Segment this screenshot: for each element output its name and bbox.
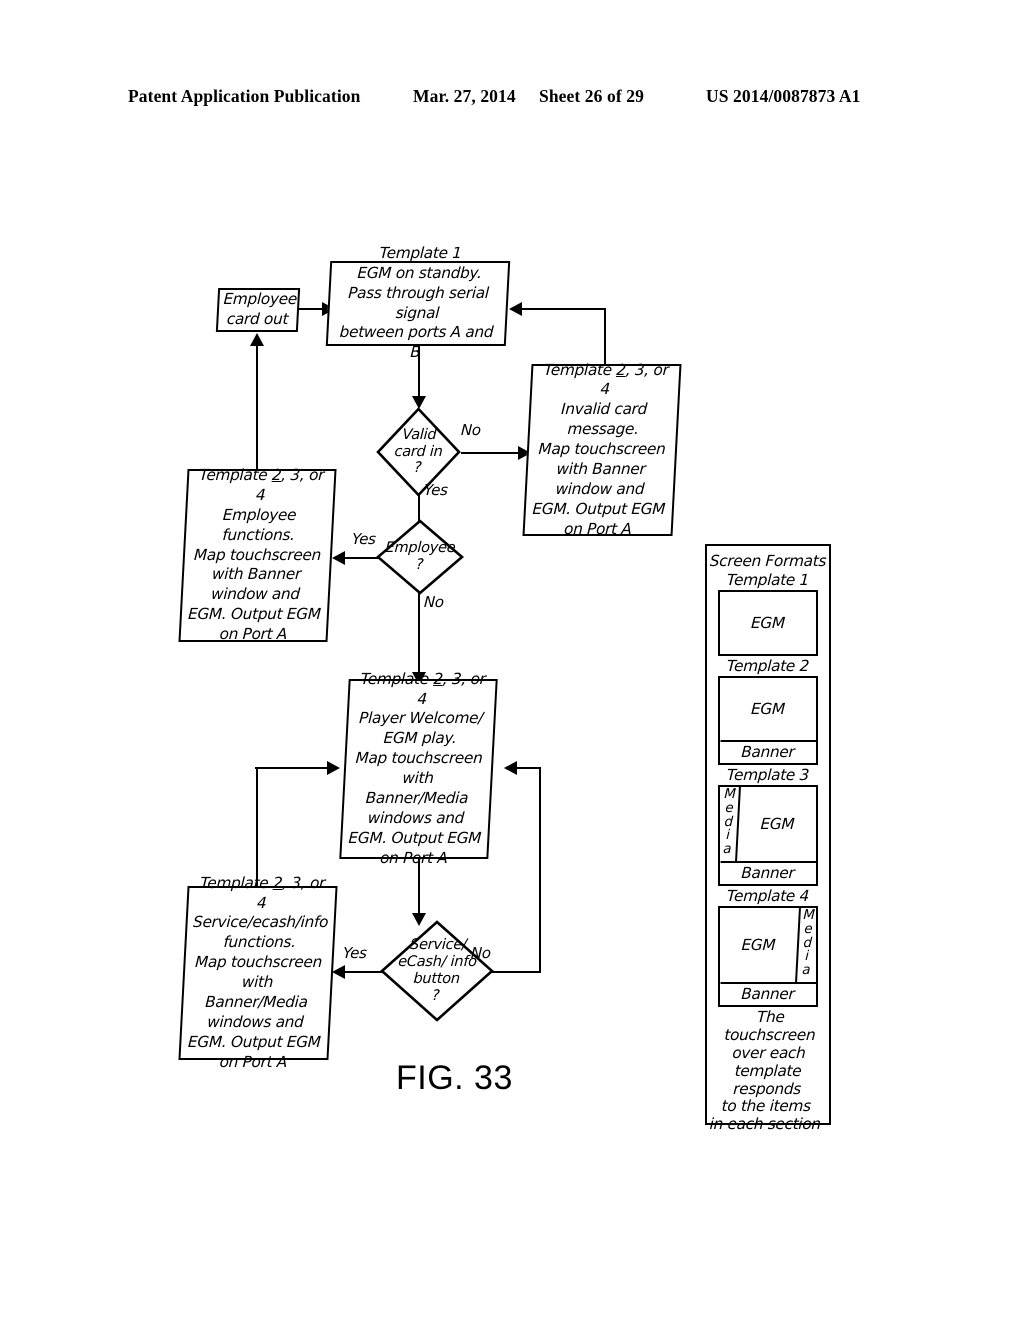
edge-label-validcard-no: No: [460, 421, 482, 439]
edge-servicebox-return-horizontal: [255, 767, 333, 770]
legend-title: Screen Formats: [709, 552, 827, 570]
media-letter: a: [722, 841, 732, 858]
legend-template3-name: Template 3: [726, 766, 810, 784]
node-employee-functions[interactable]: Template 2, 3, or 4 Employee functions. Map…: [178, 466, 337, 644]
node-template1-label: Template 1 EGM on standby. Pass through se…: [339, 243, 494, 362]
diamond-shape-service-button: [380, 920, 494, 1022]
legend-template3-egm: EGM: [760, 815, 795, 833]
legend-template2-banner: Banner: [719, 740, 817, 763]
legend-template1-name: Template 1: [726, 571, 810, 589]
edge-service-yes-to-servicebox: [339, 971, 383, 974]
edge-label-employee-no: No: [423, 593, 445, 611]
edge-employee-no-to-playerwelcome: [418, 592, 421, 680]
arrowhead-to-employeefunctions: [332, 551, 345, 565]
decision-employee[interactable]: Employee?: [376, 519, 464, 595]
decision-service-ecash-info-button[interactable]: Service/eCash/ info button?: [380, 920, 494, 1022]
figure-caption: FIG. 33: [396, 1059, 513, 1097]
legend-template2-egm: EGM: [750, 700, 786, 718]
flowchart-figure: Employee card out Template 1 EGM on standb…: [0, 0, 1024, 1320]
arrowhead-no-to-playerwelcome: [504, 761, 517, 775]
edge-label-service-yes: Yes: [342, 944, 368, 962]
edge-invalidcard-return-vertical: [604, 309, 607, 365]
arrowhead-return-template1: [509, 302, 522, 316]
arrowhead-to-employeecardout: [250, 333, 264, 346]
legend-template3-diagram: M e d i a EGM Banner: [718, 785, 818, 886]
edge-servicebox-return-vertical: [256, 768, 259, 888]
node-service-ecash-info-label: Template 2, 3, or 4 Service/ecash/info fun…: [187, 873, 329, 1071]
legend-template2-name: Template 2: [726, 657, 810, 675]
legend-template4-banner: Banner: [719, 982, 817, 1005]
legend-template4-egm: EGM: [741, 936, 776, 954]
node-invalid-card-message[interactable]: Template 2, 3, or 4 Invalid card message. M…: [522, 361, 682, 538]
legend-template1-egm: EGM: [750, 614, 786, 632]
node-invalid-card-message-label: Template 2, 3, or 4 Invalid card message. M…: [532, 360, 670, 538]
node-player-welcome[interactable]: Template 2, 3, or 4 Player Welcome/EGM pl…: [339, 670, 498, 867]
edge-service-no-vertical: [539, 767, 542, 972]
node-employee-card-out[interactable]: Employee card out: [215, 288, 301, 332]
node-service-ecash-info[interactable]: Template 2, 3, or 4 Service/ecash/info fun…: [178, 874, 338, 1071]
legend-template3-banner: Banner: [719, 861, 817, 884]
node-template1[interactable]: Template 1 EGM on standby. Pass through se…: [325, 244, 511, 361]
legend-template4-media: M e d i a: [795, 907, 818, 982]
legend-template4-name: Template 4: [726, 887, 810, 905]
node-player-welcome-label: Template 2, 3, or 4 Player Welcome/EGM pl…: [348, 669, 487, 867]
node-employee-functions-label: Template 2, 3, or 4 Employee functions. Map…: [187, 466, 325, 644]
legend-note: The touchscreen over each template respond…: [709, 1008, 822, 1134]
arrowhead-to-servicebox: [332, 965, 345, 979]
edge-invalidcard-return-horizontal: [515, 308, 606, 311]
edge-label-employee-yes: Yes: [351, 530, 377, 548]
edge-service-no-to-playerwelcome: [513, 767, 541, 770]
edge-employeefunctions-to-cardout: [256, 345, 259, 470]
edge-label-validcard-yes: Yes: [423, 481, 449, 499]
media-letter: a: [801, 962, 811, 979]
legend-screen-formats: Screen Formats Template 1 EGM Template 2…: [705, 544, 831, 1133]
diamond-shape-employee: [376, 519, 464, 595]
node-employee-card-out-label: Employee card out: [223, 290, 298, 328]
edge-validcard-no-to-invalidcard: [461, 452, 525, 455]
legend-template1-diagram: EGM: [718, 590, 818, 656]
legend-template2-diagram: EGM Banner: [718, 676, 818, 765]
arrowhead-return-playerwelcome: [327, 761, 340, 775]
edge-employee-yes-to-functions: [339, 557, 379, 560]
edge-label-service-no: No: [470, 944, 492, 962]
legend-template4-diagram: EGM M e d i a Banner: [718, 906, 818, 1007]
